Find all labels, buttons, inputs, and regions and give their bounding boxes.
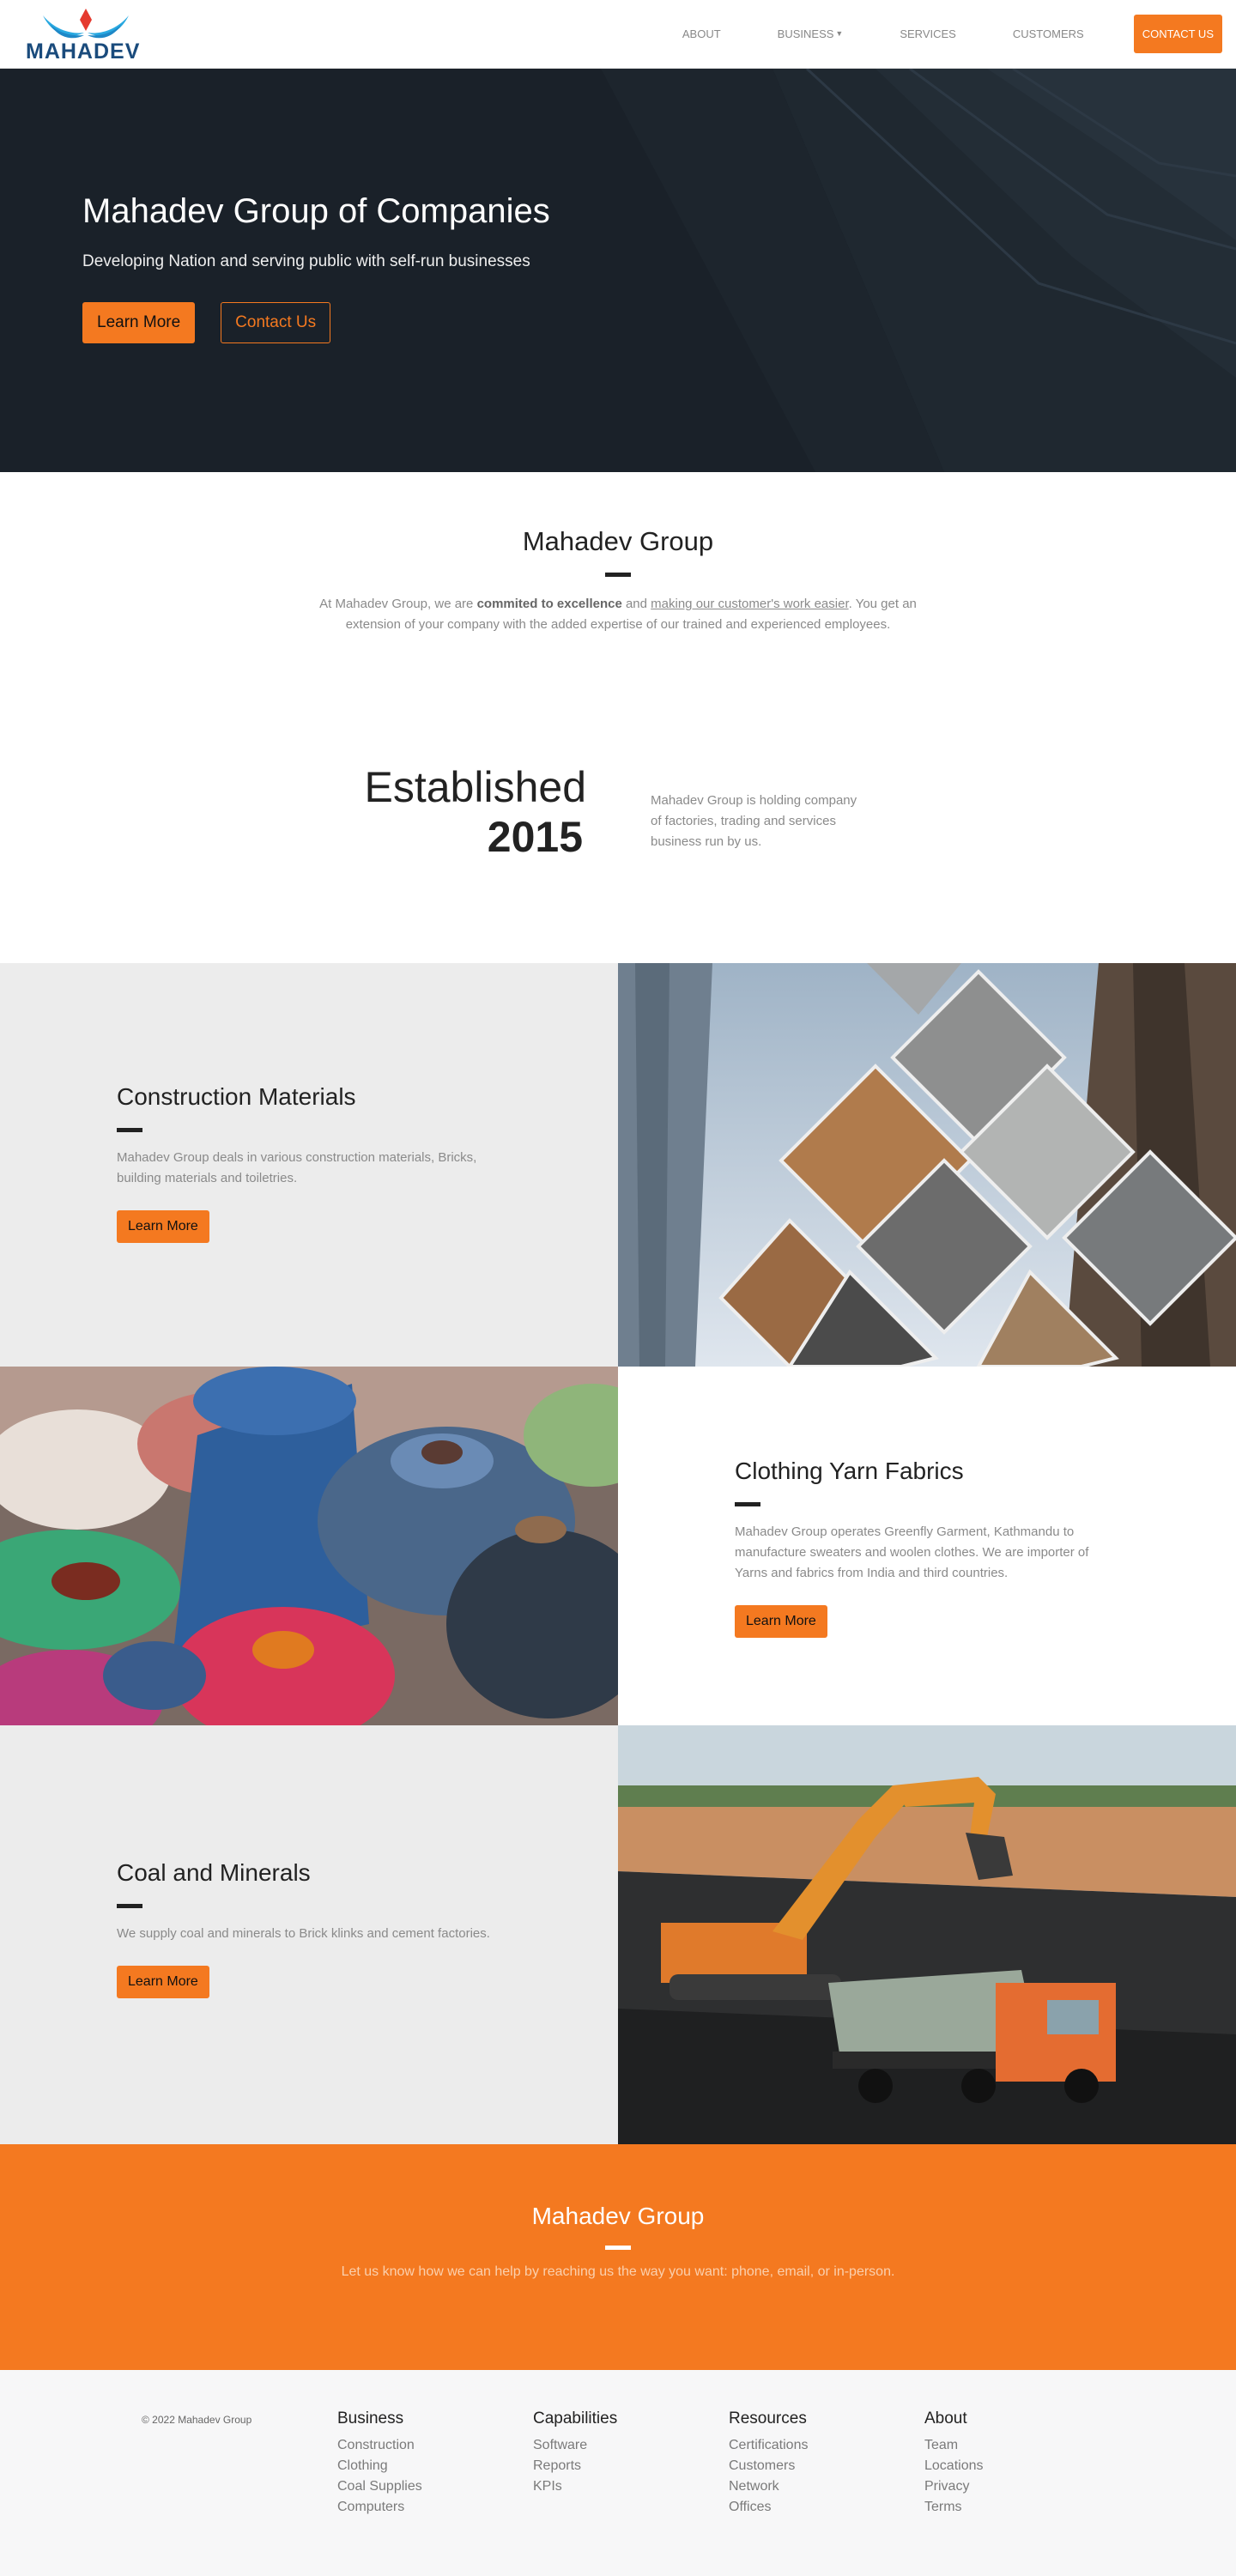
established-year: 2015: [487, 813, 583, 861]
intro-text-bold: commited to excellence: [476, 597, 622, 611]
hero-subtitle: Developing Nation and serving public wit…: [82, 252, 530, 270]
footer-column-capabilities: Capabilities Software Reports KPIs: [533, 2409, 617, 2497]
established-word: Established: [364, 763, 587, 811]
logo-text: MAHADEV: [26, 39, 141, 64]
footer-link-kpis[interactable]: KPIs: [533, 2476, 617, 2497]
nav-customers[interactable]: CUSTOMERS: [1013, 27, 1084, 40]
feature-text-panel: Construction Materials Mahadev Group dea…: [0, 963, 618, 1367]
cta-divider: [605, 2246, 631, 2250]
footer-link-team[interactable]: Team: [924, 2435, 984, 2456]
cta-text: Let us know how we can help by reaching …: [341, 2264, 895, 2279]
feature-description: Mahadev Group operates Greenfly Garment,…: [735, 1524, 1089, 1580]
hero-buttons: Learn More Contact Us: [82, 302, 550, 343]
intro-title: Mahadev Group: [522, 526, 714, 556]
hero: Mahadev Group of Companies Developing Na…: [0, 69, 1236, 472]
feature-title: Clothing Yarn Fabrics: [735, 1458, 964, 1484]
feature-content: Coal and Minerals We supply coal and min…: [117, 1859, 503, 1998]
learn-more-button[interactable]: Learn More: [117, 1210, 209, 1243]
hero-title: Mahadev Group of Companies: [82, 192, 550, 230]
cta-title: Mahadev Group: [531, 2203, 705, 2229]
feature-divider: [117, 1904, 142, 1908]
coal-mining-image: [618, 1725, 1236, 2144]
intro-text-underline: making our customer's work easier: [651, 597, 849, 611]
footer-link-network[interactable]: Network: [729, 2476, 808, 2497]
feature-text-panel: Coal and Minerals We supply coal and min…: [0, 1725, 618, 2144]
intro-divider: [605, 573, 631, 577]
footer-link-locations[interactable]: Locations: [924, 2456, 984, 2476]
feature-divider: [117, 1128, 142, 1132]
nav-about[interactable]: ABOUT: [682, 27, 721, 40]
footer-link-clothing[interactable]: Clothing: [337, 2456, 422, 2476]
caret-down-icon: ▼: [835, 29, 844, 38]
feature-description: We supply coal and minerals to Brick kli…: [117, 1926, 490, 1941]
footer-link-privacy[interactable]: Privacy: [924, 2476, 984, 2497]
feature-coal: Coal and Minerals We supply coal and min…: [0, 1725, 1236, 2144]
learn-more-button[interactable]: Learn More: [735, 1605, 827, 1638]
feature-content: Clothing Yarn Fabrics Mahadev Group oper…: [735, 1458, 1121, 1638]
footer-link-software[interactable]: Software: [533, 2435, 617, 2456]
footer-link-terms[interactable]: Terms: [924, 2497, 984, 2518]
established-heading: Established 2015: [365, 762, 587, 862]
footer-column-title: Business: [337, 2409, 404, 2428]
main-nav: ABOUT BUSINESS ▼ SERVICES CUSTOMERS CONTA…: [654, 15, 1222, 53]
footer-column-title: Capabilities: [533, 2409, 618, 2428]
footer-link-reports[interactable]: Reports: [533, 2456, 617, 2476]
construction-collage-icon: [618, 963, 1236, 1367]
footer-column-title: Resources: [729, 2409, 807, 2428]
intro-text: At Mahadev Group, we are commited to exc…: [313, 594, 923, 635]
footer-link-offices[interactable]: Offices: [729, 2497, 808, 2518]
footer-link-coal-supplies[interactable]: Coal Supplies: [337, 2476, 422, 2497]
nav-services[interactable]: SERVICES: [900, 27, 956, 40]
footer-link-computers[interactable]: Computers: [337, 2497, 422, 2518]
footer: © 2022 Mahadev Group Business Constructi…: [0, 2370, 1236, 2576]
footer-column-title: About: [924, 2409, 967, 2428]
feature-divider: [735, 1502, 760, 1506]
navbar: MAHADEV ABOUT BUSINESS ▼ SERVICES CUSTOME…: [0, 0, 1236, 69]
intro-section: Mahadev Group At Mahadev Group, we are c…: [0, 472, 1236, 736]
yarn-spools-image: [0, 1367, 618, 1725]
construction-materials-image: [618, 963, 1236, 1367]
intro-text-part: and: [621, 597, 651, 611]
feature-content: Construction Materials Mahadev Group dea…: [117, 1083, 503, 1243]
feature-title: Construction Materials: [117, 1083, 356, 1110]
feature-text-panel: Clothing Yarn Fabrics Mahadev Group oper…: [618, 1367, 1236, 1725]
footer-column-resources: Resources Certifications Customers Netwo…: [729, 2409, 808, 2518]
learn-more-button[interactable]: Learn More: [82, 302, 196, 343]
nav-business[interactable]: BUSINESS ▼: [778, 27, 844, 40]
footer-column-business: Business Construction Clothing Coal Supp…: [337, 2409, 422, 2518]
footer-link-certifications[interactable]: Certifications: [729, 2435, 808, 2456]
learn-more-button[interactable]: Learn More: [117, 1966, 209, 1998]
feature-clothing: Clothing Yarn Fabrics Mahadev Group oper…: [0, 1367, 1236, 1725]
footer-link-construction[interactable]: Construction: [337, 2435, 422, 2456]
intro-text-part: At Mahadev Group, we are: [319, 597, 477, 611]
contact-us-button[interactable]: Contact Us: [221, 302, 331, 343]
excavator-truck-icon: [618, 1725, 1236, 2144]
feature-description: Mahadev Group deals in various construct…: [117, 1150, 477, 1185]
feature-construction: Construction Materials Mahadev Group dea…: [0, 963, 1236, 1367]
established-description: Mahadev Group is holding company of fact…: [651, 793, 857, 849]
hero-content: Mahadev Group of Companies Developing Na…: [82, 192, 550, 343]
copyright: © 2022 Mahadev Group: [142, 2414, 252, 2426]
cta-section: Mahadev Group Let us know how we can hel…: [0, 2144, 1236, 2370]
contact-us-nav-button[interactable]: CONTACT US: [1133, 15, 1222, 53]
yarn-spools-icon: [0, 1367, 618, 1725]
feature-title: Coal and Minerals: [117, 1859, 311, 1886]
footer-link-customers[interactable]: Customers: [729, 2456, 808, 2476]
footer-column-about: About Team Locations Privacy Terms: [924, 2409, 984, 2518]
nav-business-label: BUSINESS: [777, 27, 834, 40]
established-section: Established 2015 Mahadev Group is holdin…: [0, 736, 1236, 963]
